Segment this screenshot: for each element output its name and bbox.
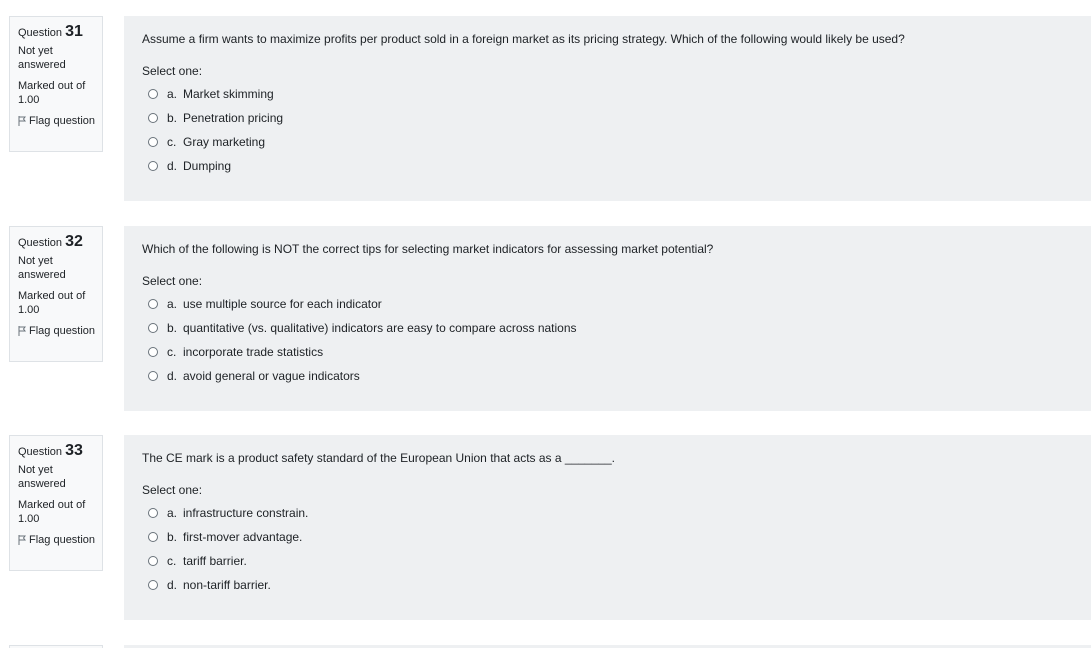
radio-button[interactable] [148,371,158,381]
question-state: Not yet answered [18,45,66,71]
question-number-label: Question 33 [18,442,96,461]
flag-icon [18,535,26,545]
select-one-prompt: Select one: [142,483,203,497]
flag-question-label: Flag question [29,534,96,546]
question-info-panel: Question 33 Not yet answered Marked out … [9,435,103,571]
option-text: infrastructure constrain. [183,506,309,520]
question-text: Assume a firm wants to maximize profits … [142,32,905,46]
answer-options: a. use multiple source for each indicato… [142,292,1073,388]
question-label: Question [18,237,63,249]
flag-question-button[interactable]: Flag question [18,533,96,547]
question-grade: Marked out of 1.00 [18,290,86,316]
answer-options: a. Market skimming b. Penetration pricin… [142,82,1073,178]
option-text: quantitative (vs. qualitative) indicator… [183,321,577,335]
radio-button[interactable] [148,508,158,518]
option-letter: b. [167,321,178,335]
option-letter: a. [167,87,178,101]
question-state: Not yet answered [18,255,66,281]
option-text: Dumping [183,159,232,173]
option-letter: d. [167,578,178,592]
question-content: The CE mark is a product safety standard… [124,435,1091,620]
select-one-prompt: Select one: [142,274,203,288]
answer-options: a. infrastructure constrain. b. first-mo… [142,501,1073,597]
flag-question-label: Flag question [29,115,96,127]
radio-button[interactable] [148,299,158,309]
question-number: 32 [65,233,83,250]
radio-button[interactable] [148,89,158,99]
option-text: Market skimming [183,87,274,101]
question-grade: Marked out of 1.00 [18,499,86,525]
question-content: Which of the following is NOT the correc… [124,226,1091,411]
question-state: Not yet answered [18,464,66,490]
flag-question-button[interactable]: Flag question [18,114,96,128]
answer-option-b[interactable]: b. first-mover advantage. [142,525,1073,549]
option-letter: c. [167,135,177,149]
question-label: Question [18,27,63,39]
option-letter: a. [167,297,178,311]
option-text: first-mover advantage. [183,530,303,544]
question-info-panel: Question 32 Not yet answered Marked out … [9,226,103,362]
answer-option-d[interactable]: d. non-tariff barrier. [142,573,1073,597]
quiz-page: Question 31 Not yet answered Marked out … [0,0,1091,648]
option-letter: c. [167,554,177,568]
question-text: Which of the following is NOT the correc… [142,242,714,256]
option-letter: b. [167,530,178,544]
flag-icon [18,116,26,126]
answer-option-c[interactable]: c. Gray marketing [142,130,1073,154]
answer-option-b[interactable]: b. quantitative (vs. qualitative) indica… [142,316,1073,340]
option-text: non-tariff barrier. [183,578,271,592]
option-letter: a. [167,506,178,520]
answer-option-c[interactable]: c. tariff barrier. [142,549,1073,573]
answer-option-d[interactable]: d. avoid general or vague indicators [142,364,1073,388]
question-info-panel: Question 31 Not yet answered Marked out … [9,16,103,152]
question-label: Question [18,446,63,458]
answer-option-a[interactable]: a. Market skimming [142,82,1073,106]
question-number: 33 [65,442,83,459]
radio-button[interactable] [148,532,158,542]
option-text: Penetration pricing [183,111,284,125]
question-number: 31 [65,23,83,40]
option-text: avoid general or vague indicators [183,369,360,383]
option-text: use multiple source for each indicator [183,297,382,311]
flag-question-label: Flag question [29,325,96,337]
radio-button[interactable] [148,580,158,590]
option-text: tariff barrier. [183,554,247,568]
question-grade: Marked out of 1.00 [18,80,86,106]
option-text: Gray marketing [183,135,266,149]
radio-button[interactable] [148,161,158,171]
radio-button[interactable] [148,137,158,147]
question-number-label: Question 32 [18,233,96,252]
select-one-prompt: Select one: [142,64,203,78]
option-letter: d. [167,369,178,383]
radio-button[interactable] [148,556,158,566]
option-text: incorporate trade statistics [183,345,324,359]
flag-icon [18,326,26,336]
answer-option-a[interactable]: a. use multiple source for each indicato… [142,292,1073,316]
radio-button[interactable] [148,113,158,123]
flag-question-button[interactable]: Flag question [18,324,96,338]
option-letter: d. [167,159,178,173]
answer-option-d[interactable]: d. Dumping [142,154,1073,178]
option-letter: b. [167,111,178,125]
option-letter: c. [167,345,177,359]
answer-option-c[interactable]: c. incorporate trade statistics [142,340,1073,364]
radio-button[interactable] [148,323,158,333]
answer-option-b[interactable]: b. Penetration pricing [142,106,1073,130]
question-content: Assume a firm wants to maximize profits … [124,16,1091,201]
question-number-label: Question 31 [18,23,96,42]
answer-option-a[interactable]: a. infrastructure constrain. [142,501,1073,525]
question-text: The CE mark is a product safety standard… [142,451,615,465]
radio-button[interactable] [148,347,158,357]
